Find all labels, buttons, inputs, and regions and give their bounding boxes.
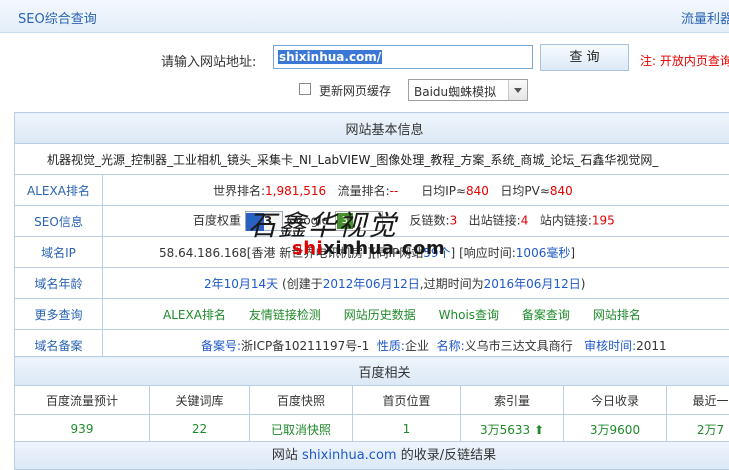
expire-date: 2016年06月12日 bbox=[483, 276, 581, 291]
inner-page-note: 注: 开放内页查询 bbox=[640, 54, 729, 68]
index-value: 3万5633 bbox=[479, 422, 531, 437]
baidu-weight-label: 百度权重 bbox=[193, 213, 242, 228]
footer-domain[interactable]: shixinhua.com bbox=[302, 448, 397, 463]
traffic-tool-link[interactable]: 流量利器 bbox=[681, 8, 729, 27]
alexa-row-label: ALEXA排名 bbox=[14, 174, 103, 206]
more-link-icp[interactable]: 备案查询 bbox=[522, 308, 570, 322]
col-header-home-position: 首页位置 bbox=[352, 385, 461, 415]
daily-pv-label: 日均PV≈ bbox=[500, 183, 550, 198]
baidu-weight-badge[interactable]: 🐾 3 bbox=[244, 211, 283, 231]
traffic-rank-value: -- bbox=[389, 183, 399, 198]
more-link-site-rank[interactable]: 网站排名 bbox=[593, 308, 641, 322]
more-links-row: ALEXA排名 友情链接检测 网站历史数据 Whois查询 备案查询 网站排名 bbox=[101, 298, 729, 330]
more-link-friend-links[interactable]: 友情链接检测 bbox=[249, 308, 321, 322]
ip-value: 58.64.186.168[香港 新世界电讯机房 ] bbox=[159, 245, 372, 260]
paw-icon: 🐾 bbox=[245, 213, 264, 231]
inclusion-results-header: 网站 shixinhua.com 的收录/反链结果 bbox=[14, 441, 729, 470]
url-input[interactable]: shixinhua.com/ bbox=[273, 45, 533, 69]
icp-nature-value: 企业 bbox=[404, 338, 429, 353]
keywords-value[interactable]: 22 bbox=[149, 414, 250, 444]
refresh-cache-label: 更新网页缓存 bbox=[319, 84, 392, 98]
baidu-stats-table: 百度相关 百度流量预计 关键词库 百度快照 首页位置 索引量 今日收录 最近一 … bbox=[13, 356, 729, 444]
top-bar: SEO综合查询 流量利器 bbox=[0, 0, 729, 33]
search-row: 请输入网站地址: shixinhua.com/ 查 询 注: 开放内页查询 bbox=[0, 42, 729, 74]
age-row-label: 域名年龄 bbox=[14, 267, 103, 299]
ip-row-label: 域名IP bbox=[14, 236, 103, 268]
backlinks-label: 反链数: bbox=[409, 213, 450, 228]
age-close: ) bbox=[580, 276, 586, 291]
refresh-cache-checkbox[interactable] bbox=[299, 83, 311, 95]
icp-nature-label: 性质: bbox=[376, 338, 405, 353]
spider-select[interactable]: Baidu蜘蛛模拟 bbox=[408, 79, 528, 101]
more-row-label: 更多查询 bbox=[14, 298, 103, 330]
response-time-value: 1006毫秒 bbox=[515, 245, 571, 260]
baidu-weight-value: 3 bbox=[263, 214, 273, 228]
outbound-links-label: 出站链接: bbox=[468, 213, 521, 228]
seo-row-label: SEO信息 bbox=[14, 205, 103, 237]
col-header-today: 今日收录 bbox=[563, 385, 667, 415]
backlinks-value: 3 bbox=[449, 213, 458, 228]
same-ip-count-link[interactable]: 59个 bbox=[423, 246, 450, 260]
snapshot-value[interactable]: 已取消快照 bbox=[249, 414, 353, 444]
seo-row: 百度权重 🐾 3 Google 3 反链数:3 出站链接:4 站内链接:195 bbox=[101, 205, 729, 237]
world-rank-value: 1,981,516 bbox=[265, 183, 327, 198]
basic-info-title: 网站基本信息 bbox=[13, 112, 729, 144]
site-title-keywords: 机器视觉_光源_控制器_工业相机_镜头_采集卡_NI_LabVIEW_图像处理_… bbox=[13, 143, 729, 175]
same-ip-label: [同IP网站 bbox=[371, 245, 424, 260]
created-date: 2012年06月12日 bbox=[322, 276, 420, 291]
alexa-row: 世界排名:1,981,516 流量排名:-- 日均IP≈840 日均PV≈840 bbox=[101, 174, 729, 206]
arrow-up-icon: ⬆ bbox=[533, 422, 545, 437]
today-value[interactable]: 3万9600 bbox=[563, 414, 667, 444]
more-link-whois[interactable]: Whois查询 bbox=[439, 308, 499, 322]
icp-name-value: 义乌市三达文具商行 bbox=[464, 338, 573, 353]
daily-ip-label: 日均IP≈ bbox=[421, 183, 467, 198]
google-pr-label: Google bbox=[286, 213, 329, 228]
spider-select-value: Baidu蜘蛛模拟 bbox=[414, 85, 497, 99]
more-link-alexa[interactable]: ALEXA排名 bbox=[163, 308, 226, 322]
query-button[interactable]: 查 询 bbox=[540, 44, 629, 71]
response-time-close: ] bbox=[570, 245, 576, 260]
google-pr-value: 3 bbox=[336, 213, 353, 229]
baidu-section-title: 百度相关 bbox=[13, 356, 729, 386]
response-time-label: [响应时间: bbox=[459, 245, 516, 260]
chevron-down-icon[interactable] bbox=[508, 80, 527, 100]
traffic-rank-label: 流量排名: bbox=[337, 183, 390, 198]
options-row: 更新网页缓存 Baidu蜘蛛模拟 bbox=[0, 78, 729, 102]
world-rank-label: 世界排名: bbox=[213, 183, 266, 198]
recent-value[interactable]: 2万7 bbox=[665, 414, 729, 444]
footer-prefix: 网站 bbox=[271, 448, 298, 463]
icp-audit-value: 2011 bbox=[636, 338, 667, 353]
col-header-keywords: 关键词库 bbox=[149, 385, 250, 415]
basic-info-table: 网站基本信息 机器视觉_光源_控制器_工业相机_镜头_采集卡_NI_LabVIE… bbox=[13, 112, 729, 361]
icp-name-label: 名称: bbox=[436, 338, 465, 353]
index-cell[interactable]: 3万5633 ⬆ bbox=[460, 414, 564, 444]
search-label: 请输入网站地址: bbox=[161, 55, 257, 70]
google-pr-badge[interactable]: 3 bbox=[334, 211, 383, 231]
col-header-traffic: 百度流量预计 bbox=[14, 385, 150, 415]
expire-label: ,过期时间为 bbox=[419, 276, 484, 291]
icp-audit-label: 审核时间: bbox=[584, 338, 637, 353]
home-position-value[interactable]: 1 bbox=[352, 414, 461, 444]
outbound-links-value: 4 bbox=[520, 213, 529, 228]
url-input-value: shixinhua.com/ bbox=[278, 50, 383, 64]
footer-suffix: 的收录/反链结果 bbox=[400, 448, 497, 463]
icp-no-label: 备案号: bbox=[201, 338, 242, 353]
domain-age-value: 2年10月14天 bbox=[204, 276, 279, 291]
ip-row: 58.64.186.168[香港 新世界电讯机房 ][同IP网站59个] [响应… bbox=[101, 236, 729, 268]
internal-links-value: 195 bbox=[591, 213, 615, 228]
daily-ip-value: 840 bbox=[466, 183, 489, 198]
daily-pv-value: 840 bbox=[549, 183, 573, 198]
internal-links-label: 站内链接: bbox=[539, 213, 592, 228]
same-ip-close: ] bbox=[450, 245, 456, 260]
age-row: 2年10月14天 (创建于2012年06月12日,过期时间为2016年06月12… bbox=[101, 267, 729, 299]
col-header-snapshot: 百度快照 bbox=[249, 385, 353, 415]
more-link-history[interactable]: 网站历史数据 bbox=[344, 308, 416, 322]
traffic-value[interactable]: 939 bbox=[14, 414, 150, 444]
created-label: (创建于 bbox=[282, 276, 323, 291]
col-header-index: 索引量 bbox=[460, 385, 564, 415]
page-title: SEO综合查询 bbox=[18, 12, 97, 27]
icp-no-value: 浙ICP备10211197号-1 bbox=[241, 338, 370, 353]
col-header-recent: 最近一 bbox=[665, 385, 729, 415]
